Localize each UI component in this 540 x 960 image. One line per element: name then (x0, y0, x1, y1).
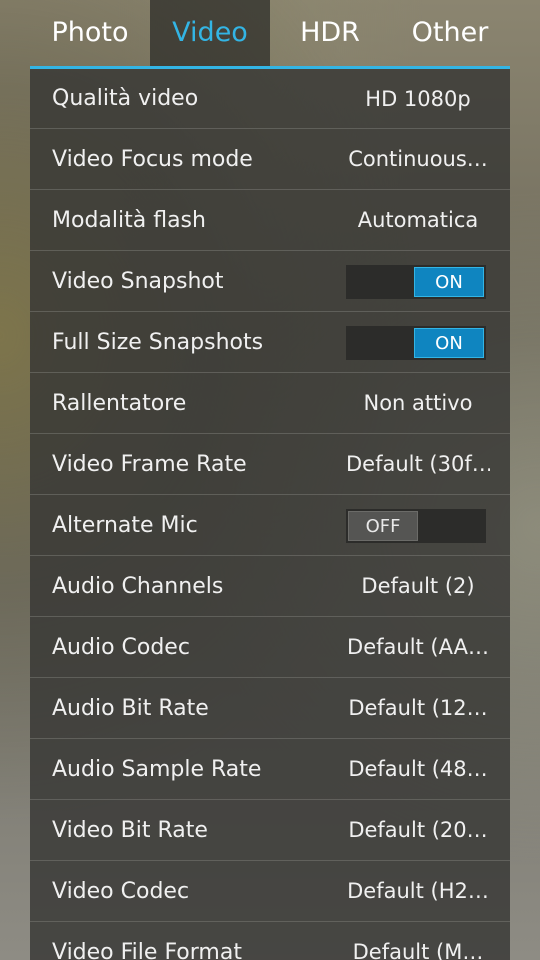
setting-label: Modalità flash (52, 207, 206, 233)
setting-value: Default (48… (348, 757, 488, 781)
setting-full-size-snapshots: Full Size Snapshots ON (30, 312, 510, 373)
settings-tabs: Photo Video HDR Other (30, 0, 510, 66)
setting-value: Default (30f… (346, 452, 490, 476)
setting-value: Default (M… (352, 940, 484, 960)
toggle-thumb: OFF (348, 511, 418, 541)
setting-alternate-mic: Alternate Mic OFF (30, 495, 510, 556)
tab-hdr[interactable]: HDR (270, 0, 390, 66)
setting-label: Rallentatore (52, 390, 187, 416)
setting-value: Continuous… (348, 147, 488, 171)
setting-video-frame-rate[interactable]: Video Frame Rate Default (30f… (30, 434, 510, 495)
setting-video-bit-rate[interactable]: Video Bit Rate Default (20… (30, 800, 510, 861)
toggle-thumb: ON (414, 267, 484, 297)
setting-label: Video Snapshot (52, 268, 224, 294)
setting-label: Video Bit Rate (52, 817, 208, 843)
setting-value: Automatica (357, 208, 479, 232)
setting-video-focus-mode[interactable]: Video Focus mode Continuous… (30, 129, 510, 190)
setting-label: Full Size Snapshots (52, 329, 264, 355)
setting-label: Audio Bit Rate (52, 695, 209, 721)
setting-label: Audio Channels (52, 573, 224, 599)
setting-label: Video Focus mode (52, 146, 253, 172)
setting-value: Non attivo (363, 391, 473, 415)
tab-photo[interactable]: Photo (30, 0, 150, 66)
setting-label: Video Frame Rate (52, 451, 247, 477)
alternate-mic-toggle[interactable]: OFF (346, 509, 486, 543)
tab-video[interactable]: Video (150, 0, 270, 66)
video-snapshot-toggle[interactable]: ON (346, 265, 486, 299)
setting-label: Audio Sample Rate (52, 756, 262, 782)
setting-audio-codec[interactable]: Audio Codec Default (AA… (30, 617, 510, 678)
setting-audio-bit-rate[interactable]: Audio Bit Rate Default (12… (30, 678, 510, 739)
setting-label: Video Codec (52, 878, 190, 904)
setting-value: Default (H2… (347, 879, 489, 903)
setting-value: Default (2) (361, 574, 475, 598)
settings-list[interactable]: Qualità video HD 1080p Video Focus mode … (30, 69, 510, 960)
setting-video-quality[interactable]: Qualità video HD 1080p (30, 69, 510, 129)
setting-value: Default (20… (348, 818, 488, 842)
toggle-thumb: ON (414, 328, 484, 358)
setting-video-snapshot: Video Snapshot ON (30, 251, 510, 312)
setting-label: Video File Format (52, 939, 242, 960)
setting-label: Alternate Mic (52, 512, 198, 538)
setting-video-codec[interactable]: Video Codec Default (H2… (30, 861, 510, 922)
setting-value: Default (12… (348, 696, 488, 720)
setting-audio-channels[interactable]: Audio Channels Default (2) (30, 556, 510, 617)
setting-value: Default (AA… (347, 635, 489, 659)
setting-label: Qualità video (52, 86, 199, 111)
setting-audio-sample-rate[interactable]: Audio Sample Rate Default (48… (30, 739, 510, 800)
setting-video-file-format[interactable]: Video File Format Default (M… (30, 922, 510, 960)
setting-label: Audio Codec (52, 634, 190, 660)
setting-flash-mode[interactable]: Modalità flash Automatica (30, 190, 510, 251)
setting-value: HD 1080p (365, 86, 471, 111)
setting-slow-motion[interactable]: Rallentatore Non attivo (30, 373, 510, 434)
tab-other[interactable]: Other (390, 0, 510, 66)
full-size-snapshots-toggle[interactable]: ON (346, 326, 486, 360)
